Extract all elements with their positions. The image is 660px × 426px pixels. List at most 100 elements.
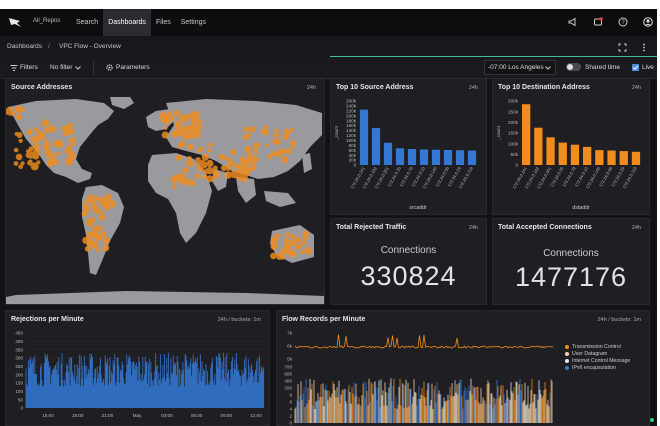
fullscreen-icon[interactable]: [618, 43, 627, 52]
bar: [371, 128, 381, 165]
source-dot: [50, 152, 56, 158]
source-dot: [32, 136, 40, 144]
legend-item[interactable]: IPv6 encapsulation: [565, 364, 630, 371]
x-tick-label: 18:00: [72, 413, 84, 418]
y-tick-label: 200: [284, 386, 292, 391]
app-window: All_Repos Search Dashboards Files Settin…: [0, 9, 657, 426]
bar: [595, 150, 604, 165]
breadcrumb-bar: Dashboards / VPC Flow - Overview: [0, 36, 657, 59]
nav-settings[interactable]: Settings: [176, 9, 211, 36]
source-dot: [299, 250, 304, 255]
source-dot: [227, 159, 234, 167]
legend-item[interactable]: Internet Control Message: [565, 357, 630, 364]
source-dot: [83, 205, 90, 212]
y-tick-label: 50k: [511, 152, 519, 157]
source-dot: [85, 199, 90, 204]
source-dot: [284, 131, 290, 136]
source-dot: [178, 127, 185, 133]
rejections-chart[interactable]: 450 400 350 300 250 200 150 100 50 0 15:00 18:00 21:…: [6, 327, 269, 425]
filter-select[interactable]: No filter: [50, 64, 72, 71]
check-icon: [632, 65, 639, 70]
breadcrumb-separator: /: [48, 43, 50, 50]
source-dot: [273, 133, 279, 139]
source-dot: [14, 131, 19, 136]
source-dot: [285, 243, 293, 250]
more-options-icon[interactable]: [641, 43, 647, 52]
timezone-select[interactable]: -07:00 Los Angeles: [484, 60, 556, 75]
bar: [546, 137, 555, 165]
y-tick-label: 9: [289, 393, 292, 398]
world-map[interactable]: [6, 95, 324, 304]
filters-button[interactable]: Filters: [20, 64, 38, 71]
source-dot: [201, 153, 209, 161]
source-dot: [193, 133, 199, 139]
y-tick-label: 300k: [508, 99, 519, 104]
panel-time-range: 24h: [468, 85, 478, 91]
legend-item[interactable]: Transmission Control: [565, 343, 630, 350]
notifications-icon[interactable]: [593, 17, 603, 27]
y-tick-label: 100k: [508, 141, 519, 146]
y-tick-label: 450: [15, 331, 23, 336]
shared-time-toggle[interactable]: [566, 63, 581, 71]
repo-selector[interactable]: All_Repos: [33, 18, 60, 24]
source-dot: [245, 172, 250, 177]
x-tick-label: 21:00: [102, 413, 114, 418]
panel-title: Total Accepted Connections: [498, 224, 592, 231]
source-dot: [261, 128, 269, 136]
filter-icon[interactable]: [10, 64, 18, 72]
falcon-logo-icon[interactable]: [8, 15, 22, 29]
source-dot: [41, 119, 50, 127]
y-axis-label: _count: [334, 125, 339, 141]
y-tick-label: 600: [284, 372, 292, 377]
top-source-chart[interactable]: 260k240k220k200k180k160k140k120k100k80k6…: [331, 93, 486, 214]
source-dot: [209, 168, 216, 174]
top-destination-chart[interactable]: 300k250k200k150k100k50k0_count172.24.0.2…: [493, 93, 649, 214]
y-tick-label: 100: [15, 389, 23, 394]
live-label: Live: [642, 64, 654, 71]
legend-item[interactable]: User Datagram: [565, 350, 630, 357]
source-dot: [30, 162, 39, 171]
source-dot: [288, 249, 297, 258]
toggle-knob: [567, 64, 573, 70]
rejections-per-minute-panel: Rejections per Minute 24h / buckets: 1m …: [5, 310, 270, 426]
top-nav-bar: All_Repos Search Dashboards Files Settin…: [0, 9, 657, 36]
nav-dashboards[interactable]: Dashboards: [103, 9, 151, 36]
accepted-value: 1477176: [514, 262, 628, 292]
source-dot: [249, 126, 257, 133]
source-dot: [56, 151, 61, 156]
nav-files[interactable]: Files: [151, 9, 176, 36]
announcement-icon[interactable]: [568, 17, 578, 27]
parameters-button[interactable]: Parameters: [116, 64, 150, 71]
y-tick-label: 0: [515, 163, 518, 168]
source-dot: [291, 144, 296, 149]
chevron-down-icon[interactable]: [75, 66, 81, 70]
parameters-gear-icon[interactable]: [105, 63, 114, 72]
source-dot: [244, 145, 252, 153]
shared-time-label: Shared time: [585, 64, 621, 71]
bar: [534, 127, 543, 165]
source-dot: [90, 241, 99, 249]
breadcrumb-accent-line: [330, 56, 657, 57]
source-dot: [221, 155, 227, 161]
source-dot: [196, 147, 202, 153]
bar: [407, 149, 417, 165]
bar: [558, 142, 567, 165]
rejected-traffic-panel: Total Rejected Traffic 24h Connections 3…: [330, 218, 487, 305]
nav-search[interactable]: Search: [71, 9, 103, 36]
flow-records-chart[interactable]: 7k 6k 5k 700 600 400 200 9 6 4 2 0: [277, 327, 649, 425]
source-dot: [20, 161, 25, 166]
legend-swatch: [565, 351, 569, 356]
y-tick-label: 0: [353, 163, 356, 168]
source-dot: [163, 126, 168, 130]
source-dot: [50, 157, 58, 166]
user-avatar-icon[interactable]: [643, 17, 653, 27]
source-dot: [98, 197, 105, 203]
help-icon[interactable]: ?: [618, 17, 628, 27]
bar: [419, 149, 429, 165]
source-dot: [265, 143, 269, 148]
breadcrumb-dashboards[interactable]: Dashboards: [7, 43, 42, 50]
live-checkbox[interactable]: [632, 64, 639, 71]
y-tick-label: 0: [289, 421, 292, 425]
panel-title: Source Addresses: [11, 84, 73, 91]
source-dot: [283, 237, 289, 244]
